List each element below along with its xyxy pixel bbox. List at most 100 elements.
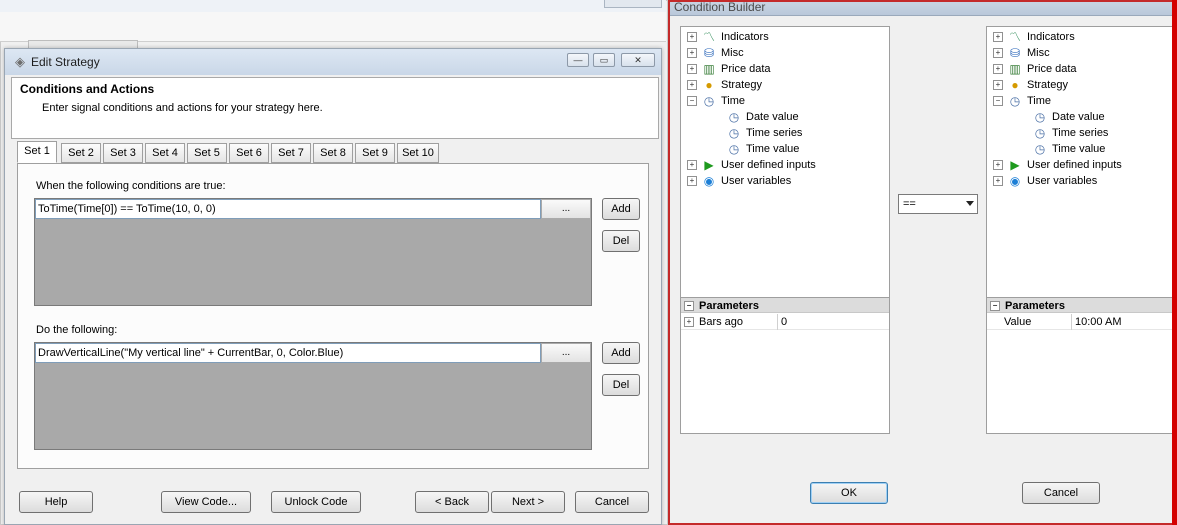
tree-item-date-value[interactable]: ◷ Date value [993, 109, 1171, 125]
tab-set-6[interactable]: Set 6 [229, 143, 269, 163]
params-divider [1071, 314, 1072, 330]
expand-icon[interactable]: + [687, 160, 697, 171]
expand-icon[interactable]: + [993, 160, 1003, 171]
next-button[interactable]: Next > [491, 491, 565, 513]
chart-line-icon: 〽 [702, 30, 715, 45]
right-params-row[interactable]: Value 10:00 AM [987, 314, 1173, 330]
tree-item-user-variables[interactable]: + ◉ User variables [687, 173, 887, 189]
view-code-button[interactable]: View Code... [161, 491, 251, 513]
tree-item-date-value[interactable]: ◷ Date value [687, 109, 887, 125]
collapse-icon[interactable]: − [990, 301, 1000, 312]
tree-item-price-data[interactable]: + ▥ Price data [993, 61, 1171, 77]
expand-icon[interactable]: + [993, 80, 1003, 91]
expand-icon[interactable]: + [687, 80, 697, 91]
action-del-button[interactable]: Del [602, 374, 640, 396]
tree-item-user-variables[interactable]: + ◉ User variables [993, 173, 1171, 189]
tree-item-time-value[interactable]: ◷ Time value [687, 141, 887, 157]
actions-list[interactable]: DrawVerticalLine("My vertical line" + Cu… [34, 342, 592, 450]
tab-set-7[interactable]: Set 7 [271, 143, 311, 163]
ok-button[interactable]: OK [810, 482, 888, 504]
window-edge [1172, 0, 1177, 525]
condition-builder-window: Condition Builder + 〽 Indicators + ⛁ Misc + ▥… [668, 0, 1177, 525]
help-button[interactable]: Help [19, 491, 93, 513]
tree-item-price-data[interactable]: + ▥ Price data [687, 61, 887, 77]
bars-ago-value[interactable]: 0 [781, 314, 787, 330]
tree-item-user-defined-inputs[interactable]: + ▶ User defined inputs [993, 157, 1171, 173]
tree-item-misc[interactable]: + ⛁ Misc [993, 45, 1171, 61]
right-tree-panel: + 〽 Indicators + ⛁ Misc + ▥ Price data + ● Strat… [986, 26, 1174, 434]
left-params-header: − Parameters [681, 297, 889, 313]
header-subtitle: Enter signal conditions and actions for … [42, 102, 323, 114]
condition-edit-button[interactable]: ... [541, 199, 591, 219]
minimize-button[interactable]: — [567, 53, 589, 67]
condition-del-button[interactable]: Del [602, 230, 640, 252]
tree-item-time-value[interactable]: ◷ Time value [993, 141, 1171, 157]
expand-icon[interactable]: + [993, 64, 1003, 75]
tab-set-2[interactable]: Set 2 [61, 143, 101, 163]
collapse-icon[interactable]: − [684, 301, 694, 312]
database-icon: ⛁ [703, 46, 715, 61]
tab-set-8[interactable]: Set 8 [313, 143, 353, 163]
action-edit-button[interactable]: ... [541, 343, 591, 363]
play-icon: ▶ [704, 158, 714, 173]
header-title: Conditions and Actions [20, 82, 155, 96]
chevron-down-icon[interactable] [966, 201, 974, 206]
expand-icon[interactable]: + [687, 48, 697, 59]
tab-set-1[interactable]: Set 1 [17, 141, 57, 163]
expand-icon[interactable]: + [687, 176, 697, 187]
action-add-button[interactable]: Add [602, 342, 640, 364]
back-button[interactable]: < Back [415, 491, 489, 513]
tab-set-4[interactable]: Set 4 [145, 143, 185, 163]
action-row[interactable]: DrawVerticalLine("My vertical line" + Cu… [35, 343, 541, 363]
tab-set-5[interactable]: Set 5 [187, 143, 227, 163]
condition-row[interactable]: ToTime(Time[0]) == ToTime(10, 0, 0) [35, 199, 541, 219]
expand-icon[interactable]: + [684, 317, 694, 328]
tree-item-strategy[interactable]: + ● Strategy [993, 77, 1171, 93]
collapse-icon[interactable]: − [687, 96, 697, 107]
condition-builder-titlebar[interactable]: Condition Builder [670, 0, 1175, 16]
condition-builder-title: Condition Builder [674, 0, 766, 14]
bar-chart-icon: ▥ [703, 62, 715, 77]
expand-icon[interactable]: + [687, 64, 697, 75]
conditions-list[interactable]: ToTime(Time[0]) == ToTime(10, 0, 0) ... [34, 198, 592, 306]
actions-label: Do the following: [36, 324, 118, 336]
globe-icon: ◉ [1009, 174, 1021, 189]
expand-icon[interactable]: + [993, 48, 1003, 59]
background-toolbar [0, 12, 666, 42]
expand-icon[interactable]: + [993, 176, 1003, 187]
left-params-row[interactable]: + Bars ago 0 [681, 314, 889, 330]
coin-icon: ● [705, 78, 713, 93]
tree-item-time-series[interactable]: ◷ Time series [687, 125, 887, 141]
conditions-label: When the following conditions are true: [36, 180, 226, 192]
cancel-button[interactable]: Cancel [575, 491, 649, 513]
coin-icon: ● [1011, 78, 1019, 93]
tree-item-time[interactable]: − ◷ Time [687, 93, 887, 109]
tab-set-3[interactable]: Set 3 [103, 143, 143, 163]
globe-icon: ◉ [703, 174, 715, 189]
tree-item-indicators[interactable]: + 〽 Indicators [687, 29, 887, 45]
time-value-field[interactable]: 10:00 AM [1075, 314, 1121, 330]
background-window-controls[interactable] [604, 0, 662, 8]
expand-icon[interactable]: + [993, 32, 1003, 43]
tree-item-user-defined-inputs[interactable]: + ▶ User defined inputs [687, 157, 887, 173]
tree-item-time-series[interactable]: ◷ Time series [993, 125, 1171, 141]
params-divider [777, 314, 778, 330]
tree-item-indicators[interactable]: + 〽 Indicators [993, 29, 1171, 45]
collapse-icon[interactable]: − [993, 96, 1003, 107]
close-button[interactable]: ✕ [621, 53, 655, 67]
tree-item-misc[interactable]: + ⛁ Misc [687, 45, 887, 61]
expand-icon[interactable]: + [687, 32, 697, 43]
tab-set-9[interactable]: Set 9 [355, 143, 395, 163]
tree-item-strategy[interactable]: + ● Strategy [687, 77, 887, 93]
condition-cancel-button[interactable]: Cancel [1022, 482, 1100, 504]
edit-strategy-titlebar[interactable]: ◈ Edit Strategy — ▭ ✕ [5, 49, 661, 75]
tab-panel: When the following conditions are true: … [17, 163, 649, 469]
bar-chart-icon: ▥ [1009, 62, 1021, 77]
tree-item-time[interactable]: − ◷ Time [993, 93, 1171, 109]
background-titlebar [0, 0, 666, 12]
unlock-code-button[interactable]: Unlock Code [271, 491, 361, 513]
tab-set-10[interactable]: Set 10 [397, 143, 439, 163]
maximize-button[interactable]: ▭ [593, 53, 615, 67]
chart-line-icon: 〽 [1008, 30, 1021, 45]
condition-add-button[interactable]: Add [602, 198, 640, 220]
